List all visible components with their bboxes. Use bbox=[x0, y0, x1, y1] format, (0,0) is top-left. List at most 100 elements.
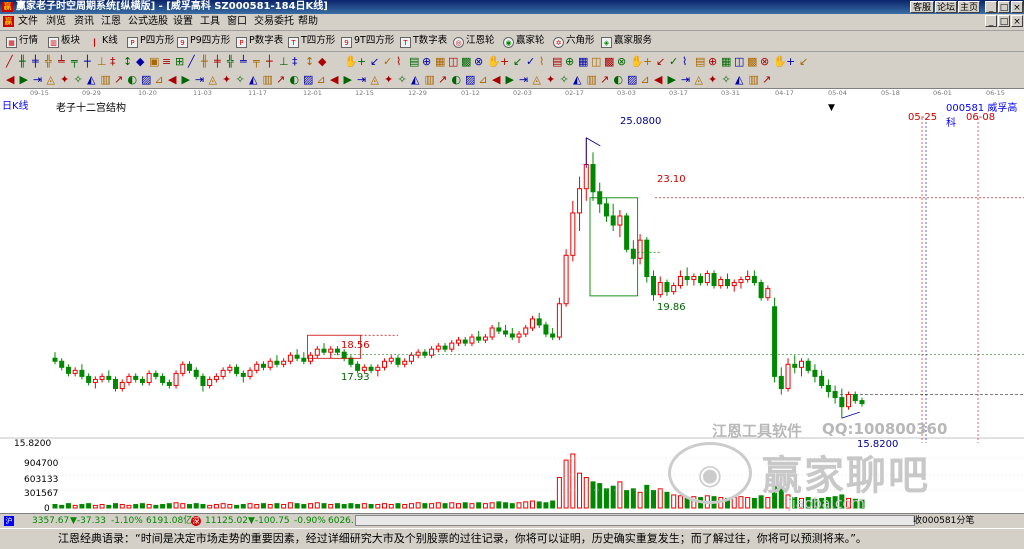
menu-tools[interactable]: 工具 bbox=[200, 14, 220, 30]
volume-bar bbox=[496, 501, 502, 509]
tool-icon: ▩ bbox=[747, 55, 757, 68]
toolbar-hexagon[interactable]: ✡ 六角形 bbox=[553, 33, 595, 48]
doc-minimize-button[interactable]: _ bbox=[985, 15, 997, 27]
dropdown-arrow-icon[interactable]: ▼ bbox=[828, 103, 835, 113]
sh-index-vol: 6191.08亿 bbox=[146, 516, 193, 526]
volume-bar bbox=[408, 503, 414, 509]
watermark-qq: QQ:100800360 bbox=[822, 420, 948, 438]
menu-browse[interactable]: 浏览 bbox=[46, 14, 66, 30]
t-square-icon: T bbox=[288, 37, 299, 48]
candle bbox=[160, 375, 166, 383]
tool-icon: ⇥ bbox=[195, 73, 204, 86]
menu-file[interactable]: 文件 bbox=[18, 14, 38, 30]
toolbar-p-numtable[interactable]: P P数字表 bbox=[236, 33, 283, 48]
volume-bar bbox=[529, 500, 535, 509]
toolbar-winner-wheel[interactable]: ◉ 赢家轮 bbox=[503, 33, 545, 48]
menu-info[interactable]: 资讯 bbox=[74, 14, 94, 30]
candle bbox=[146, 372, 152, 383]
volume-bar bbox=[617, 481, 623, 509]
volume-bar bbox=[482, 503, 488, 509]
tool-icon: ↙ bbox=[656, 55, 665, 68]
toolbar-winner-service[interactable]: ◈ 赢家服务 bbox=[601, 33, 652, 48]
tool-icon: ▨ bbox=[141, 73, 151, 86]
tick-link[interactable]: 收000581分笔 bbox=[913, 514, 974, 528]
candle bbox=[200, 375, 206, 386]
candle bbox=[664, 282, 670, 293]
service-link[interactable]: 客服 bbox=[910, 1, 934, 13]
tool-icon: ✧ bbox=[398, 73, 407, 86]
doc-close-button[interactable]: × bbox=[1011, 15, 1023, 27]
candle bbox=[274, 360, 280, 365]
toolbar-t-square[interactable]: T T四方形 bbox=[288, 33, 335, 48]
candle bbox=[725, 279, 730, 287]
candle bbox=[570, 212, 576, 256]
menu-gann[interactable]: 江恩 bbox=[101, 14, 121, 30]
tool-icon: ↕ bbox=[123, 55, 132, 68]
date-tick: 12-15 bbox=[355, 89, 374, 97]
candle bbox=[187, 363, 192, 371]
line-tool-icons[interactable]: ◀ ▶ ⇥ ◬ ✦ ✧ ◭ ▥ ↗ ◐ ▨ ⊿ ◀ ▶ ⇥ ◬ ✦ ✧ ◭ ▥ ↗ ◐ ▨ ⊿ ◀ ▶ ⇥ ◬ ✦ ✧ ◭ ▥ ↗ ◐ ▨ ⊿ ◀ ▶ ⇥ ◬… bbox=[0, 70, 1024, 88]
horizontal-scrollbar[interactable] bbox=[355, 515, 915, 526]
tool-icon: ↗ bbox=[762, 73, 771, 86]
tool-icon: ▦ bbox=[721, 55, 731, 68]
toolbar-p9-square[interactable]: 9 P9四方形 bbox=[177, 33, 230, 48]
volume-bar bbox=[314, 502, 320, 509]
toolbar-p-square[interactable]: P P四方形 bbox=[127, 33, 174, 48]
volume-bar bbox=[254, 504, 260, 509]
tool-icon: ◐ bbox=[452, 73, 462, 86]
volume-bar bbox=[556, 477, 562, 509]
candle bbox=[630, 248, 636, 259]
candle bbox=[577, 188, 583, 214]
volume-bar bbox=[550, 500, 556, 509]
tool-icon: ▥ bbox=[587, 73, 597, 86]
close-button[interactable]: × bbox=[1011, 1, 1023, 13]
home-link[interactable]: 主页 bbox=[958, 1, 980, 13]
maximize-button[interactable]: □ bbox=[998, 1, 1010, 13]
toolbar-quotes[interactable]: ▦ 行情 bbox=[6, 33, 38, 48]
p-square-icon: P bbox=[127, 37, 138, 48]
quote-bar: 江恩经典语录：“时间是决定市场走势的重要因素，经过详细研究大市及个别股票的过往记… bbox=[0, 528, 1024, 549]
tool-icon: ↗ bbox=[114, 73, 123, 86]
doc-restore-button[interactable]: □ bbox=[998, 15, 1010, 27]
toolbar-sectors[interactable]: ▥ 板块 bbox=[48, 33, 80, 48]
volume-bar bbox=[234, 504, 240, 509]
toolbar-9t-square[interactable]: 9 9T四方形 bbox=[341, 33, 394, 48]
date-tick: 12-29 bbox=[408, 89, 427, 97]
tool-icon: ⇥ bbox=[33, 73, 42, 86]
tool-icon: ▣ bbox=[149, 55, 159, 68]
date-tick: 03-17 bbox=[669, 89, 688, 97]
tool-icon: ✦ bbox=[384, 73, 393, 86]
candle bbox=[166, 381, 172, 386]
menu-window[interactable]: 窗口 bbox=[227, 14, 247, 30]
candle bbox=[825, 384, 831, 393]
volume-bar bbox=[516, 502, 522, 509]
menu-settings[interactable]: 设置 bbox=[173, 14, 193, 30]
volume-bar bbox=[146, 504, 152, 509]
volume-bar bbox=[187, 504, 192, 509]
tool-icon: ⊥ bbox=[97, 55, 107, 68]
tool-icon: ◀ bbox=[654, 73, 663, 86]
tool-icon: ⌇ bbox=[682, 55, 687, 68]
candle bbox=[583, 163, 589, 190]
candle bbox=[624, 215, 630, 250]
drawing-toolbar: ╱ ╫ ╪ ╬ ╧ ╤ ┼ ⊥ ‡ ↕ ◆ ▣ ≡ ⊞ ╱ ╫ ╪ ╬ ╧ ╤ ┼ ⊥ ‡ ↕ ◆ ✋ + ↙ ✓ ⌇ ▤ ⊕ ▦ ◫ ▩ ⊗ ✋ + ↙ ✓… bbox=[0, 52, 1024, 71]
drawing-tool-icons[interactable]: ╱ ╫ ╪ ╬ ╧ ╤ ┼ ⊥ ‡ ↕ ◆ ▣ ≡ ⊞ ╱ ╫ ╪ ╬ ╧ ╤ ┼ ⊥ ‡ ↕ ◆ ✋ + ↙ ✓ ⌇ ▤ ⊕ ▦ ◫ ▩ ⊗ ✋ + ↙ ✓… bbox=[0, 52, 1024, 70]
candle bbox=[240, 372, 246, 377]
candle bbox=[758, 282, 764, 299]
menu-trade[interactable]: 交易委托 bbox=[254, 14, 294, 30]
tool-icon: ◫ bbox=[448, 55, 458, 68]
date-tick: 09-29 bbox=[82, 89, 101, 97]
tool-icon: ▥ bbox=[101, 73, 111, 86]
minimize-button[interactable]: _ bbox=[985, 1, 997, 13]
toolbar-kline[interactable]: ┃ K线 bbox=[89, 33, 117, 48]
forum-link[interactable]: 论坛 bbox=[935, 1, 957, 13]
volume-bar bbox=[99, 504, 105, 509]
toolbar-t-numtable[interactable]: T T数字表 bbox=[400, 33, 447, 48]
candle bbox=[281, 360, 287, 365]
date-tick: 06-15 bbox=[986, 89, 1005, 97]
toolbar-gann-wheel[interactable]: ◎ 江恩轮 bbox=[453, 33, 495, 48]
menu-formula[interactable]: 公式选股 bbox=[128, 14, 168, 30]
candle bbox=[711, 272, 717, 287]
menu-help[interactable]: 帮助 bbox=[298, 14, 318, 30]
candle bbox=[503, 330, 509, 335]
